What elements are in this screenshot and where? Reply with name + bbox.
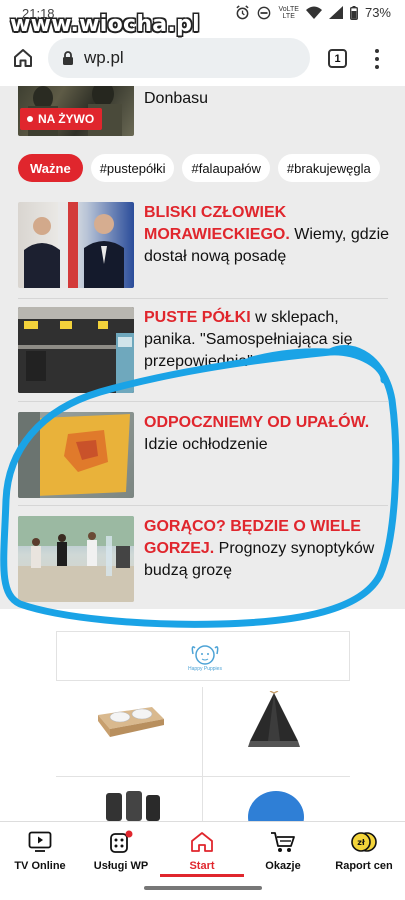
live-article[interactable]: NA ŻYWO Donbasu <box>18 86 388 136</box>
article-thumbnail <box>18 307 134 393</box>
product-image-partial <box>248 791 304 821</box>
article-thumbnail <box>18 412 134 498</box>
network-type: VoLTE LTE <box>278 5 299 20</box>
tag-pustepolki[interactable]: #pustepółki <box>90 154 175 182</box>
product-image-partial <box>106 791 160 821</box>
article-card[interactable]: BLISKI CZŁOWIEK MORAWIECKIEGO. Wiemy, gd… <box>18 202 390 288</box>
pet-tent-product-image <box>248 691 300 747</box>
article-thumbnail <box>18 202 134 288</box>
ad-brand-name: Happy Puppies <box>188 666 222 672</box>
apps-grid-icon <box>110 830 133 853</box>
politicians-photo <box>24 202 124 288</box>
wifi-icon <box>305 6 322 19</box>
alarm-icon <box>236 5 250 20</box>
fountain-people-photo <box>18 516 134 602</box>
news-feed: NA ŻYWO Donbasu Ważne #pustepółki #falau… <box>0 86 405 821</box>
ad-banner[interactable]: Happy Puppies 5490 zł 7990 zł <box>0 609 405 821</box>
article-title: GORĄCO? BĘDZIE O WIELE GORZEJ. Prognozy … <box>144 518 375 579</box>
home-icon <box>14 49 32 67</box>
more-menu-icon[interactable] <box>370 47 384 71</box>
browser-toolbar: wp.pl 1 <box>0 30 405 86</box>
cart-icon <box>271 832 295 852</box>
ad-grid-divider <box>202 687 203 821</box>
pet-bowl-product-image <box>98 707 164 737</box>
battery-percent: 73% <box>364 5 391 20</box>
bottom-navigation: TV Online Usługi WP Start Okazje zł Rapo… <box>0 821 405 900</box>
home-icon <box>191 832 213 852</box>
divider <box>18 298 388 299</box>
live-badge: NA ŻYWO <box>20 108 103 130</box>
article-card[interactable]: GORĄCO? BĘDZIE O WIELE GORZEJ. Prognozy … <box>18 516 388 602</box>
url-text: wp.pl <box>84 48 124 67</box>
nav-uslugi-wp[interactable]: Usługi WP <box>81 830 161 872</box>
article-title: BLISKI CZŁOWIEK MORAWIECKIEGO. Wiemy, gd… <box>144 204 390 265</box>
status-icons: VoLTE LTE 73% <box>235 5 391 20</box>
article-title: ODPOCZNIEMY OD UPAŁÓW. Idzie ochłodzenie <box>144 414 370 453</box>
lock-icon <box>63 51 73 65</box>
nav-raport-cen[interactable]: zł Raport cen <box>324 830 404 872</box>
tag-wazne[interactable]: Ważne <box>18 154 83 182</box>
tab-switcher-button[interactable]: 1 <box>328 49 347 68</box>
ad-logo-box: Happy Puppies <box>56 631 350 681</box>
article-card[interactable]: PUSTE PÓŁKI w sklepach, panika. "Samospe… <box>18 307 388 393</box>
mute-icon <box>258 6 271 19</box>
divider <box>18 401 388 402</box>
empty-shelves-photo <box>18 307 134 393</box>
coins-icon: zł <box>351 832 377 852</box>
live-article-thumbnail: NA ŻYWO <box>18 86 134 136</box>
nav-okazje[interactable]: Okazje <box>243 830 323 872</box>
watermark-logo: www.wiocha.pl <box>10 12 200 37</box>
battery-icon <box>350 5 358 20</box>
active-tab-indicator <box>160 874 244 877</box>
tv-play-icon <box>28 831 52 852</box>
svg-text:zł: zł <box>357 838 366 847</box>
tag-bar: Ważne #pustepółki #falaupałów #brakujewę… <box>18 154 380 182</box>
nav-tv-online[interactable]: TV Online <box>0 830 80 872</box>
home-button[interactable] <box>12 47 34 69</box>
live-article-title: Donbasu <box>144 90 209 107</box>
url-bar[interactable]: wp.pl <box>48 38 310 78</box>
divider <box>18 505 388 506</box>
article-title: PUSTE PÓŁKI w sklepach, panika. "Samospe… <box>144 309 353 370</box>
signal-icon <box>328 6 343 19</box>
article-card[interactable]: ODPOCZNIEMY OD UPAŁÓW. Idzie ochłodzenie <box>18 412 388 498</box>
article-thumbnail <box>18 516 134 602</box>
gesture-bar <box>144 886 262 890</box>
heat-map-photo <box>18 412 130 498</box>
ad-grid-divider <box>56 776 350 777</box>
tag-falaupalow[interactable]: #falaupałów <box>182 154 270 182</box>
nav-start[interactable]: Start <box>162 830 242 872</box>
tag-brakujewegla[interactable]: #brakujewęgla <box>277 154 380 182</box>
